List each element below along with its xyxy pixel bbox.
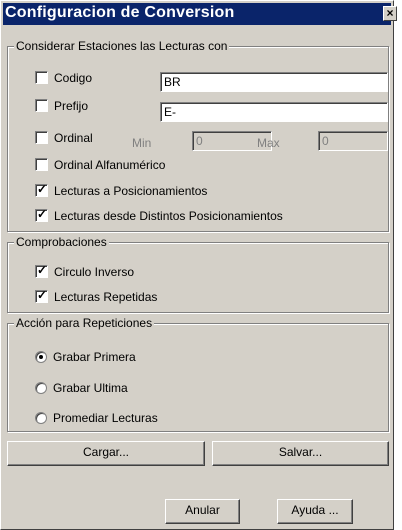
lecturas-dist-checkbox[interactable]: ✓ Lecturas desde Distintos Posicionamient… [35,207,283,223]
group-accion: Acción para Repeticiones Grabar Primera … [7,316,389,432]
grabar-primera-label: Grabar Primera [53,349,136,364]
group-estaciones: Considerar Estaciones las Lecturas con C… [7,39,389,232]
group-accion-legend: Acción para Repeticiones [14,316,155,330]
grabar-primera-radio[interactable] [35,350,47,363]
cargar-button[interactable]: Cargar... [7,441,205,466]
circulo-label: Circulo Inverso [54,264,135,279]
lecturas-dist-check-box[interactable]: ✓ [35,207,48,223]
ordinal-checkbox[interactable]: Ordinal [35,130,93,145]
codigo-checkbox[interactable]: Codigo [35,70,92,85]
close-icon: × [386,6,394,20]
ayuda-button[interactable]: Ayuda ... [277,499,353,524]
codigo-label: Codigo [54,70,93,85]
radio-grabar-ultima[interactable]: Grabar Ultima [35,380,128,395]
title-bar[interactable]: Configuracion de Conversion × [3,3,397,25]
lecturas-dist-label: Lecturas desde Distintos Posicionamiento… [54,208,283,223]
ordinal-alfa-checkbox[interactable]: Ordinal Alfanumérico [35,157,165,172]
repetidas-label: Lecturas Repetidas [54,289,158,304]
ordinal-min-label: Min [132,136,152,150]
repetidas-checkbox[interactable]: ✓ Lecturas Repetidas [35,288,158,304]
promediar-radio[interactable] [35,411,47,424]
dialog-window: Configuracion de Conversion × Considerar… [0,0,397,530]
window-title: Configuracion de Conversion [5,4,235,21]
check-mark-icon: ✓ [37,263,48,278]
radio-grabar-primera[interactable]: Grabar Primera [35,349,136,364]
group-comprobaciones-legend: Comprobaciones [14,235,109,249]
codigo-check-box[interactable] [35,71,48,85]
ordinal-alfa-label: Ordinal Alfanumérico [54,157,166,172]
lecturas-pos-checkbox[interactable]: ✓ Lecturas a Posicionamientos [35,182,208,198]
prefijo-checkbox[interactable]: Prefijo [35,98,88,113]
check-mark-icon: ✓ [37,207,48,222]
lecturas-pos-label: Lecturas a Posicionamientos [54,183,208,198]
close-button[interactable]: × [383,6,397,21]
repetidas-check-box[interactable]: ✓ [35,288,48,304]
radio-dot-icon [39,354,43,359]
salvar-button[interactable]: Salvar... [212,441,389,466]
circulo-check-box[interactable]: ✓ [35,263,48,279]
grabar-ultima-label: Grabar Ultima [53,380,128,395]
lecturas-pos-check-box[interactable]: ✓ [35,182,48,198]
ordinal-max-input: 0 [318,131,388,151]
check-mark-icon: ✓ [37,288,48,303]
ordinal-max-label: Max [257,136,280,150]
anular-button[interactable]: Anular [165,499,240,524]
radio-promediar[interactable]: Promediar Lecturas [35,410,158,425]
group-comprobaciones: Comprobaciones ✓ Circulo Inverso ✓ Lectura… [7,235,389,313]
prefijo-check-box[interactable] [35,99,48,113]
group-estaciones-legend: Considerar Estaciones las Lecturas con [14,39,230,53]
grabar-ultima-radio[interactable] [35,381,47,394]
circulo-checkbox[interactable]: ✓ Circulo Inverso [35,263,135,279]
ordinal-alfa-check-box[interactable] [35,158,48,172]
prefijo-input[interactable]: E- [160,102,388,122]
ordinal-label: Ordinal [54,130,93,145]
promediar-label: Promediar Lecturas [53,410,158,425]
check-mark-icon: ✓ [37,182,48,197]
codigo-input[interactable]: BR [160,72,388,92]
ordinal-check-box[interactable] [35,131,48,145]
prefijo-label: Prefijo [54,98,89,113]
